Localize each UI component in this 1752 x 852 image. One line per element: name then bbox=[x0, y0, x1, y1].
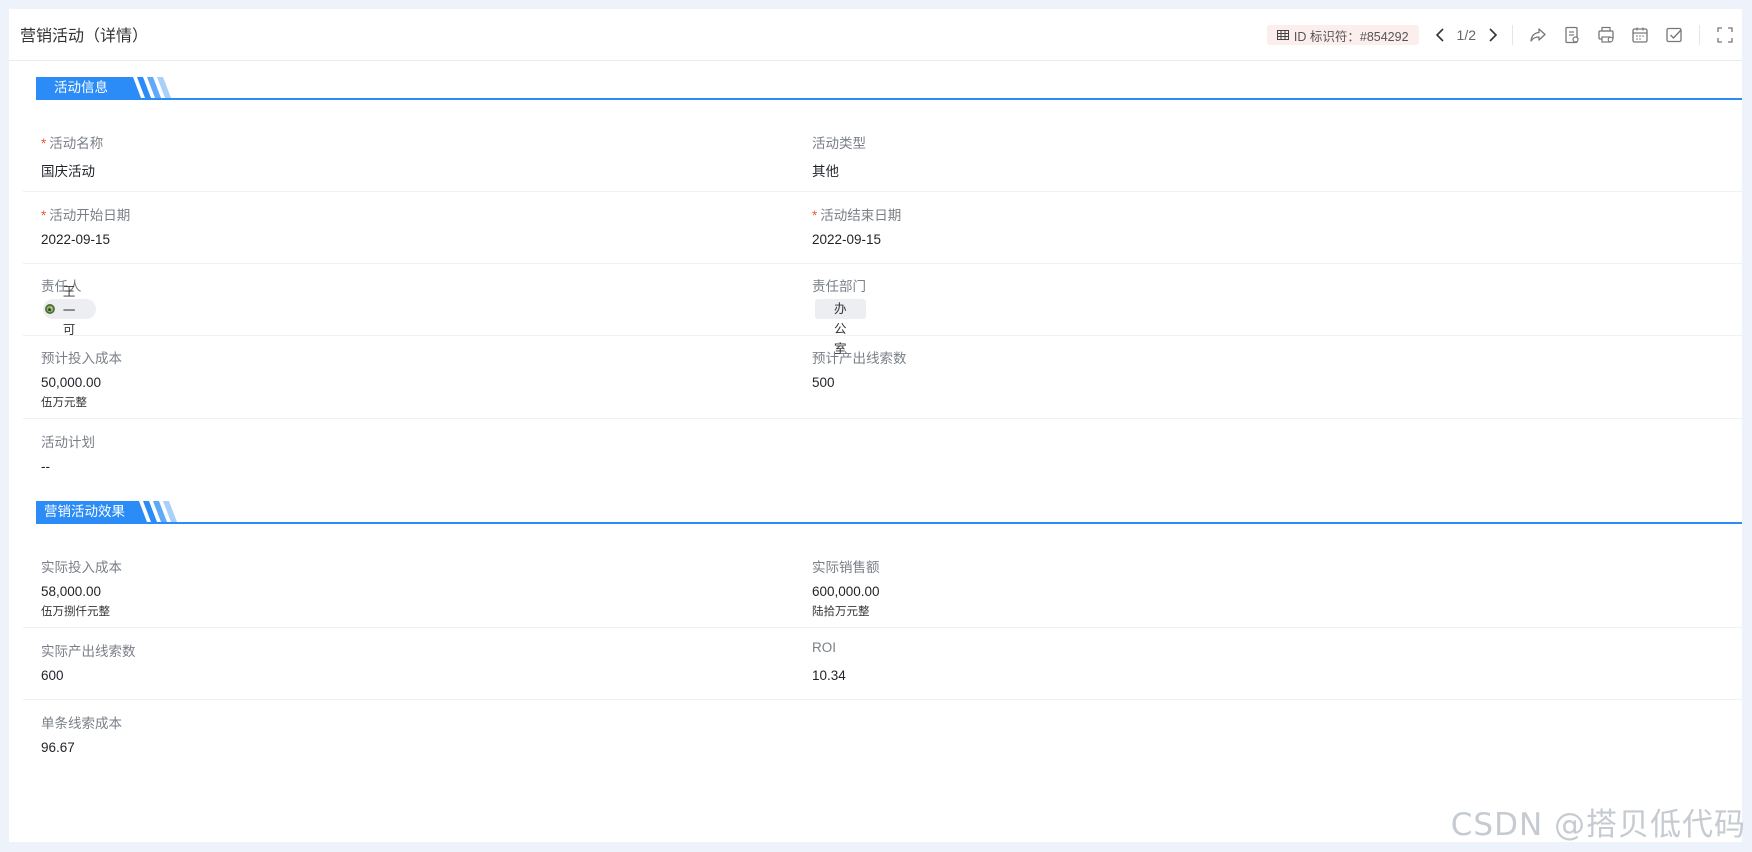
field-value: 10.34 bbox=[812, 668, 846, 683]
pager-text: 1/2 bbox=[1456, 27, 1476, 43]
field-value: 国庆活动 bbox=[41, 164, 95, 179]
print-button[interactable] bbox=[1596, 25, 1616, 45]
field-value: 2022-09-15 bbox=[41, 232, 111, 247]
field-row: 实际投入成本 58,000.00 伍万捌仟元整 实际销售额 600,000.00… bbox=[23, 556, 1742, 628]
owner-name: 王一可 bbox=[62, 284, 76, 337]
share-button[interactable] bbox=[1528, 25, 1548, 45]
record-id-chip[interactable]: ID 标识符：#854292 bbox=[1266, 25, 1419, 45]
field-value: 600,000.00 bbox=[812, 584, 880, 599]
field-row: * 活动开始日期 2022-09-15 * 活动结束日期 2022-09-15 bbox=[23, 204, 1742, 264]
document-button[interactable] bbox=[1562, 25, 1582, 45]
required-mark: * bbox=[41, 208, 47, 223]
field-row: 责任人 王一可 责任部门 办公室 bbox=[23, 275, 1742, 356]
field-value: 其他 bbox=[812, 164, 839, 179]
approve-button[interactable] bbox=[1664, 25, 1684, 45]
detail-panel: 营销活动（详情） ID 标识符：#854292 1/2 活动信息 * 活动名称 … bbox=[9, 9, 1742, 842]
prev-record-button[interactable] bbox=[1429, 24, 1451, 46]
required-mark: * bbox=[812, 208, 818, 223]
avatar bbox=[45, 304, 55, 314]
field-row: * 活动名称 国庆活动 活动类型 其他 bbox=[23, 132, 1742, 192]
amount-in-words: 陆拾万元整 bbox=[812, 606, 870, 618]
field-label: 活动名称 bbox=[49, 136, 104, 151]
field-label: 单条线索成本 bbox=[41, 716, 122, 731]
table-icon bbox=[1276, 30, 1289, 40]
owner-tag[interactable]: 王一可 bbox=[43, 285, 96, 337]
calendar-button[interactable] bbox=[1630, 25, 1650, 45]
section-title: 活动信息 bbox=[36, 77, 133, 98]
field-value: -- bbox=[41, 459, 50, 474]
field-row: 实际产出线索数 600 ROI 10.34 bbox=[23, 640, 1742, 700]
amount-in-words: 伍万元整 bbox=[41, 397, 87, 409]
stripe-decoration bbox=[131, 501, 177, 522]
chevron-right-icon bbox=[1489, 28, 1498, 42]
section-underline bbox=[36, 522, 1742, 524]
next-record-button[interactable] bbox=[1482, 24, 1504, 46]
field-label: 实际产出线索数 bbox=[41, 644, 136, 659]
chevron-left-icon bbox=[1435, 28, 1444, 42]
field-value: 600 bbox=[41, 668, 64, 683]
field-value: 500 bbox=[812, 375, 835, 390]
field-label: 实际投入成本 bbox=[41, 560, 122, 575]
fullscreen-icon bbox=[1717, 27, 1733, 43]
header-bar: 营销活动（详情） ID 标识符：#854292 1/2 bbox=[9, 9, 1742, 61]
field-label: 预计产出线索数 bbox=[812, 351, 907, 366]
field-row: 活动计划 -- bbox=[23, 431, 1742, 481]
detail-content: 活动信息 * 活动名称 国庆活动 活动类型 其他 * 活动开始日期 2022-0… bbox=[23, 61, 1742, 842]
field-label: ROI bbox=[812, 640, 837, 655]
watermark: CSDN @搭贝低代码 bbox=[1450, 807, 1746, 843]
document-icon bbox=[1565, 26, 1579, 44]
department-tag[interactable]: 办公室 bbox=[815, 299, 866, 356]
field-value: 96.67 bbox=[41, 740, 75, 755]
toolbar-divider bbox=[1699, 25, 1700, 45]
field-label: 实际销售额 bbox=[812, 560, 880, 575]
stripe-decoration bbox=[125, 77, 171, 98]
field-label: 活动计划 bbox=[41, 435, 95, 450]
field-row: 预计投入成本 50,000.00 伍万元整 预计产出线索数 500 bbox=[23, 347, 1742, 419]
toolbar-divider bbox=[1512, 25, 1513, 45]
field-label: 活动类型 bbox=[812, 136, 866, 151]
section-header-marketing-effect: 营销活动效果 bbox=[36, 500, 1742, 524]
field-label: 责任部门 bbox=[812, 279, 866, 294]
section-title: 营销活动效果 bbox=[36, 501, 139, 522]
field-value: 50,000.00 bbox=[41, 375, 102, 390]
field-label: 预计投入成本 bbox=[41, 351, 122, 366]
record-id-text: ID 标识符：#854292 bbox=[1293, 29, 1409, 44]
page-title: 营销活动（详情） bbox=[20, 28, 149, 45]
toolbar: ID 标识符：#854292 1/2 bbox=[1266, 19, 1742, 51]
field-row: 单条线索成本 96.67 bbox=[23, 712, 1742, 772]
required-mark: * bbox=[41, 136, 47, 151]
field-label: 活动结束日期 bbox=[820, 208, 902, 223]
calendar-icon bbox=[1632, 27, 1648, 43]
field-value: 2022-09-15 bbox=[812, 232, 882, 247]
section-underline bbox=[36, 98, 1742, 100]
field-value: 58,000.00 bbox=[41, 584, 102, 599]
amount-in-words: 伍万捌仟元整 bbox=[41, 606, 110, 618]
fullscreen-button[interactable] bbox=[1715, 25, 1735, 45]
field-label: 活动开始日期 bbox=[49, 208, 131, 223]
section-header-activity-info: 活动信息 bbox=[36, 76, 1742, 100]
checkbox-icon bbox=[1666, 27, 1682, 43]
share-icon bbox=[1530, 28, 1546, 42]
print-icon bbox=[1598, 26, 1614, 43]
